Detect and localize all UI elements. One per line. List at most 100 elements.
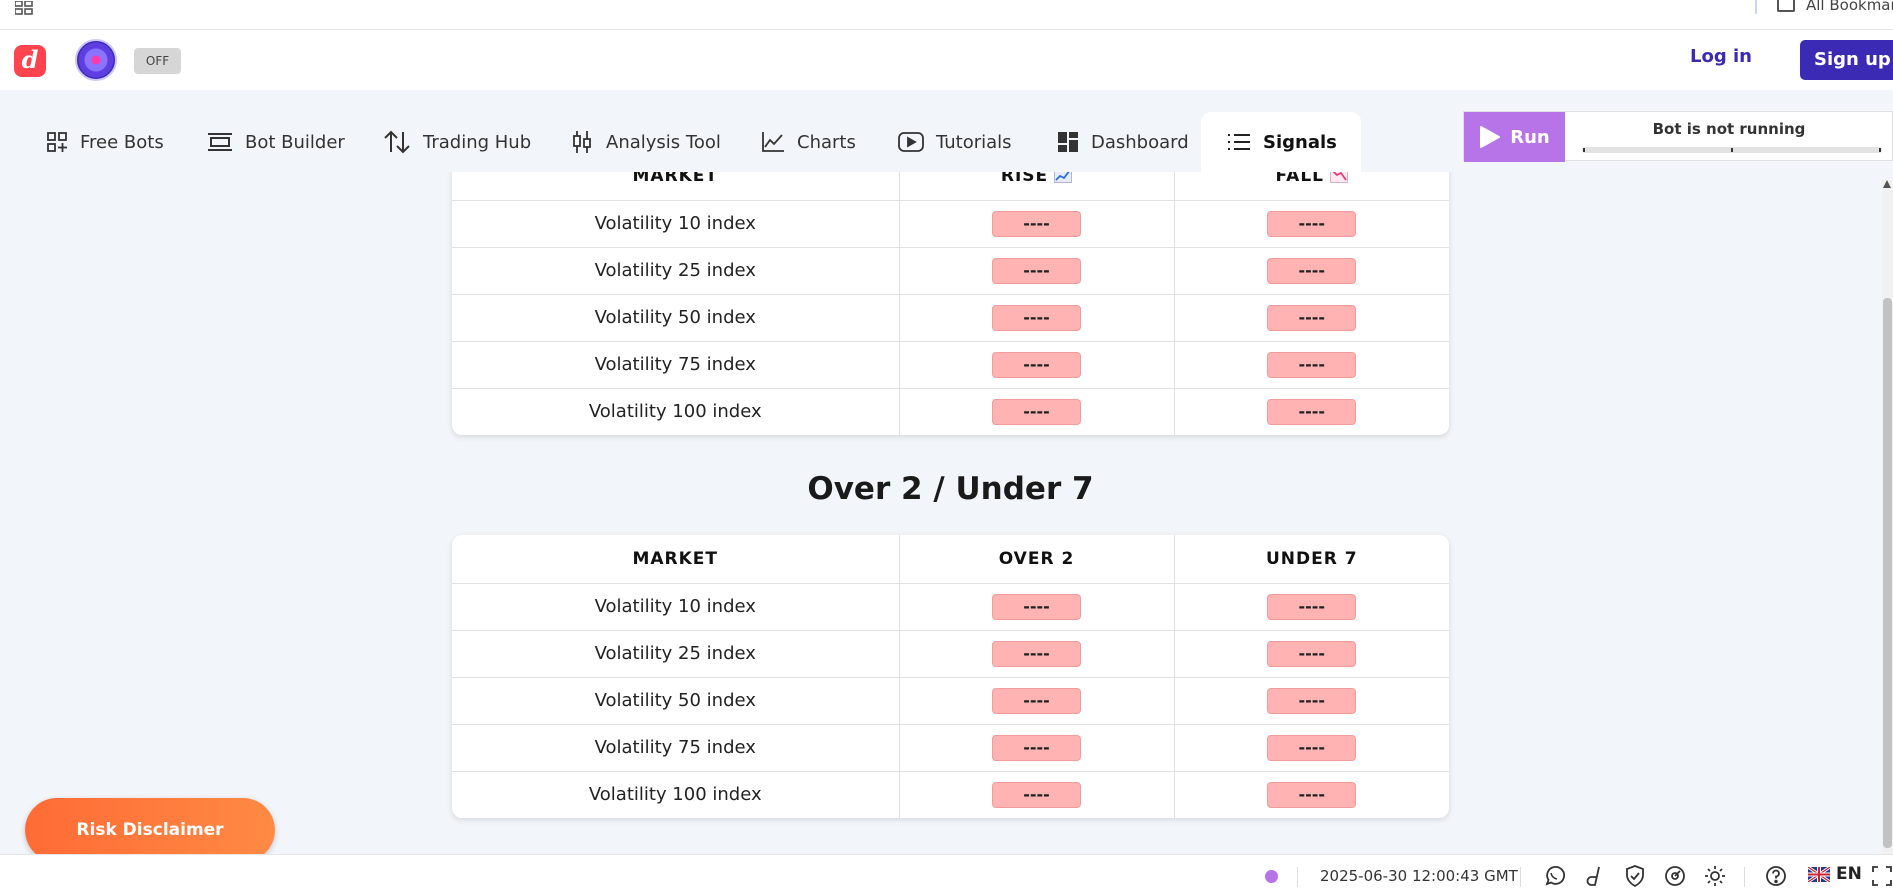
off-toggle[interactable]: OFF [134, 48, 181, 74]
tab-label: Trading Hub [423, 131, 532, 153]
footer-divider [1520, 867, 1521, 887]
language-selector[interactable]: EN [1808, 864, 1862, 884]
market-cell: Volatility 75 index [452, 341, 900, 389]
language-code: EN [1836, 864, 1862, 884]
shield-check-icon[interactable] [1624, 865, 1646, 887]
tab-tutorials[interactable]: Tutorials [898, 112, 1012, 172]
market-cell: Volatility 25 index [452, 630, 900, 678]
all-bookmarks-link[interactable]: All Bookmarks [1806, 0, 1893, 14]
rise-cell: ---- [899, 388, 1175, 435]
help-icon[interactable] [1765, 865, 1787, 887]
market-cell: Volatility 100 index [452, 771, 900, 818]
chart-decreasing-icon [1329, 172, 1348, 183]
under-cell: ---- [1174, 583, 1449, 631]
bookmarks-divider [1755, 0, 1757, 14]
over-cell: ---- [899, 724, 1175, 772]
column-header-fall: FALL [1174, 172, 1449, 201]
table-row: Volatility 25 index ---- ---- [452, 247, 1449, 295]
fall-cell: ---- [1174, 388, 1449, 435]
login-button[interactable]: Log in [1690, 46, 1752, 67]
tab-analysis-tool[interactable]: Analysis Tool [570, 112, 721, 172]
under-cell: ---- [1174, 677, 1449, 725]
tab-label: Free Bots [80, 131, 164, 153]
bot-progress-bar [1582, 147, 1882, 153]
signup-button[interactable]: Sign up [1800, 40, 1893, 80]
over-cell: ---- [899, 677, 1175, 725]
bot-avatar[interactable] [75, 39, 117, 81]
market-cell: Volatility 75 index [452, 724, 900, 772]
tab-label: Tutorials [936, 131, 1012, 153]
server-time: 2025-06-30 12:00:43 GMT [1320, 867, 1518, 885]
table-row: Volatility 100 index ---- ---- [452, 771, 1449, 818]
signal-pill: ---- [1267, 398, 1357, 425]
table-row: Volatility 75 index ---- ---- [452, 724, 1449, 772]
up-down-arrows-icon [384, 130, 410, 154]
folder-icon [1777, 0, 1795, 12]
uk-flag-icon [1808, 866, 1830, 882]
sun-theme-icon[interactable] [1704, 865, 1726, 887]
scroll-up-arrow-icon[interactable] [1883, 180, 1891, 188]
signal-pill: ---- [992, 398, 1081, 425]
fullscreen-icon[interactable] [1871, 865, 1893, 887]
line-chart-icon [762, 132, 784, 152]
market-cell: Volatility 50 index [452, 677, 900, 725]
signal-pill: ---- [1267, 304, 1357, 331]
signal-pill: ---- [1267, 351, 1357, 378]
tab-signals[interactable]: Signals [1201, 112, 1361, 172]
under-cell: ---- [1174, 771, 1449, 818]
under-cell: ---- [1174, 630, 1449, 678]
fall-cell: ---- [1174, 341, 1449, 389]
progress-marker [1731, 148, 1733, 152]
signals-content[interactable]: MARKET RISE FALL Volatility 10 index ---… [0, 172, 1893, 854]
market-cell: Volatility 100 index [452, 388, 900, 435]
column-header-market: MARKET [452, 172, 900, 201]
risk-disclaimer-button[interactable]: Risk Disclaimer [25, 798, 275, 862]
header-label: FALL [1275, 172, 1324, 186]
dashboard-icon [1058, 132, 1078, 152]
rise-cell: ---- [899, 341, 1175, 389]
signal-pill: ---- [992, 210, 1081, 237]
signal-pill: ---- [992, 257, 1081, 284]
fall-cell: ---- [1174, 200, 1449, 248]
rise-fall-table: MARKET RISE FALL Volatility 10 index ---… [452, 172, 1449, 435]
apps-grid-icon[interactable] [15, 1, 33, 15]
play-triangle-icon [1480, 126, 1501, 148]
tab-label: Bot Builder [245, 131, 345, 153]
tab-free-bots[interactable]: Free Bots [46, 112, 164, 172]
candlestick-icon [573, 131, 591, 153]
app-header: d OFF Log in Sign up [0, 30, 1893, 90]
table-row: Volatility 100 index ---- ---- [452, 388, 1449, 435]
signal-pill: ---- [1267, 257, 1357, 284]
run-button[interactable]: Run [1464, 112, 1565, 162]
signal-pill: ---- [1267, 781, 1357, 808]
deriv-d-icon[interactable] [1584, 865, 1606, 887]
signal-pill: ---- [992, 304, 1081, 331]
tab-label: Analysis Tool [606, 131, 721, 153]
section-title-over-under: Over 2 / Under 7 [807, 471, 1094, 507]
gauge-icon[interactable] [1664, 865, 1686, 887]
tab-label: Dashboard [1091, 131, 1189, 153]
tab-trading-hub[interactable]: Trading Hub [383, 112, 531, 172]
market-cell: Volatility 10 index [452, 200, 900, 248]
browser-bookmarks-bar: All Bookmarks [0, 0, 1893, 30]
table-row: Volatility 75 index ---- ---- [452, 341, 1449, 389]
whatsapp-icon[interactable] [1543, 865, 1565, 887]
market-cell: Volatility 25 index [452, 247, 900, 295]
column-header-over-2: OVER 2 [899, 535, 1175, 584]
bot-builder-icon [208, 133, 232, 151]
table-row: Volatility 25 index ---- ---- [452, 630, 1449, 678]
vertical-scrollbar[interactable] [1882, 180, 1893, 854]
tab-bot-builder[interactable]: Bot Builder [207, 112, 345, 172]
under-cell: ---- [1174, 724, 1449, 772]
table-row: Volatility 10 index ---- ---- [452, 583, 1449, 631]
tab-charts[interactable]: Charts [761, 112, 856, 172]
scroll-thumb[interactable] [1883, 298, 1892, 848]
tab-dashboard[interactable]: Dashboard [1057, 112, 1189, 172]
table-row: Volatility 50 index ---- ---- [452, 294, 1449, 342]
header-label: RISE [1000, 172, 1049, 186]
play-icon [898, 132, 924, 152]
deriv-logo[interactable]: d [14, 45, 46, 77]
over-under-table: MARKET OVER 2 UNDER 7 Volatility 10 inde… [452, 535, 1449, 818]
rise-cell: ---- [899, 200, 1175, 248]
run-label: Run [1510, 126, 1550, 148]
